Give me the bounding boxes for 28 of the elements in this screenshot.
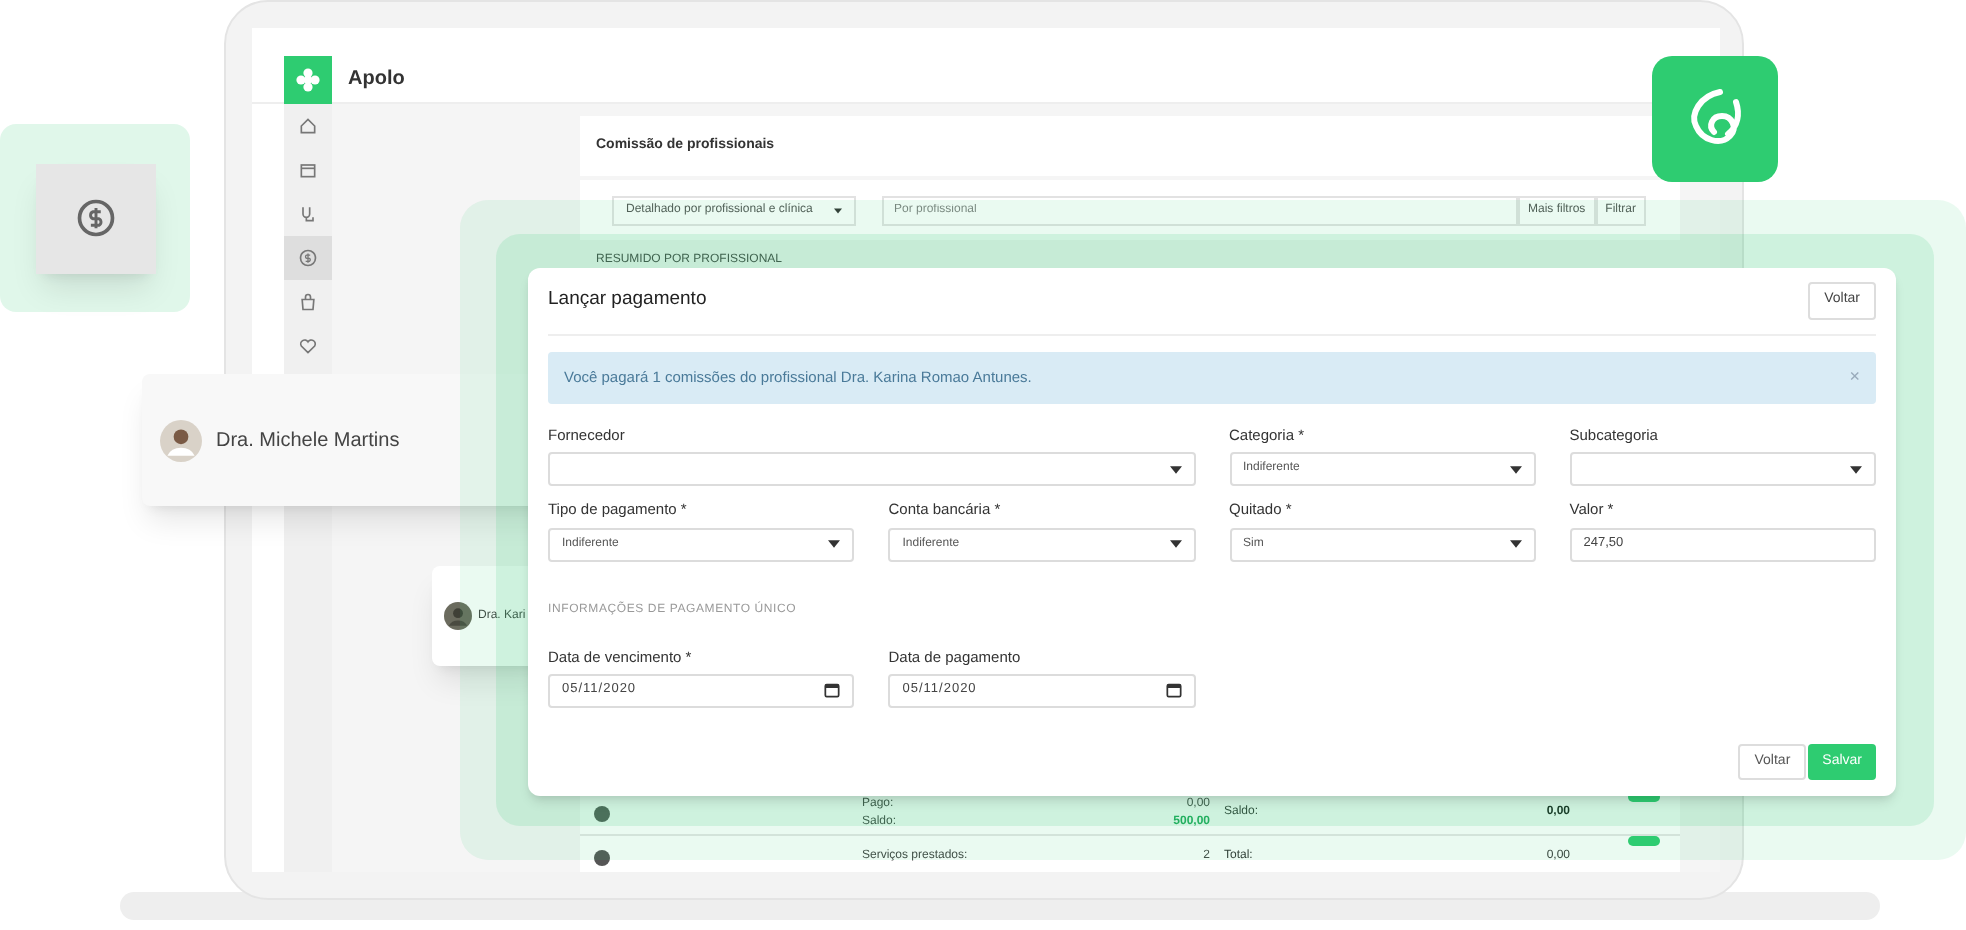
caret-icon bbox=[828, 540, 841, 548]
person-name: Dra. Michele Martins bbox=[216, 427, 400, 455]
caret-icon bbox=[1509, 465, 1522, 474]
modal-title: Lançar pagamento bbox=[548, 286, 707, 315]
avatar bbox=[594, 805, 610, 821]
home-icon bbox=[298, 116, 318, 136]
calendar-icon bbox=[298, 160, 318, 180]
caret-icon bbox=[1850, 465, 1862, 474]
calendar-icon bbox=[824, 682, 841, 699]
bag-icon bbox=[298, 292, 318, 312]
stethoscope-icon bbox=[298, 204, 318, 224]
app-title: Apolo bbox=[348, 66, 405, 94]
sidebar-item[interactable] bbox=[284, 236, 332, 280]
select-field[interactable] bbox=[1569, 452, 1876, 487]
heart-icon bbox=[298, 336, 318, 356]
avatar bbox=[160, 419, 202, 461]
caret-icon bbox=[834, 207, 842, 213]
dollar-icon bbox=[73, 196, 117, 240]
avatar bbox=[444, 602, 472, 630]
caret-icon bbox=[1169, 465, 1181, 474]
status-bar bbox=[1628, 836, 1660, 846]
dollar-icon bbox=[298, 248, 318, 268]
flower-icon bbox=[296, 67, 320, 91]
avatar bbox=[594, 849, 610, 865]
select-field[interactable] bbox=[548, 452, 1195, 487]
caret-icon bbox=[1509, 540, 1522, 548]
calendar-icon bbox=[1165, 682, 1181, 699]
caret-icon bbox=[1169, 540, 1181, 548]
